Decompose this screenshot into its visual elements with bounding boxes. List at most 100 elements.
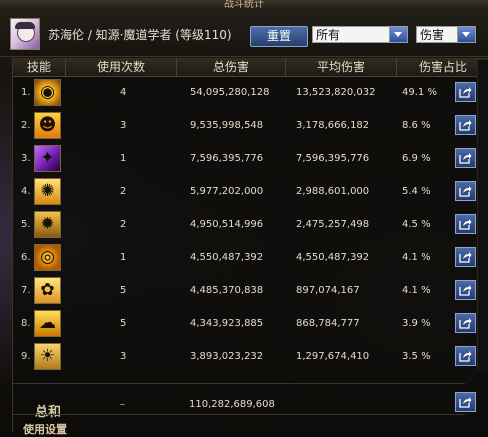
metric-dropdown[interactable]: 伤害 — [416, 26, 476, 43]
share-button[interactable] — [455, 181, 476, 201]
row-share: 4.1 % — [402, 285, 431, 296]
share-button[interactable] — [455, 148, 476, 168]
row-share: 6.9 % — [402, 153, 431, 164]
skill-glyph: ◎ — [40, 247, 55, 267]
stats-header: 苏海伦 / 知源·魔道学者 (等级110) 重置 所有 伤害 — [0, 10, 488, 57]
skill-glyph: ☁ — [39, 313, 56, 333]
share-icon — [459, 87, 472, 98]
share-icon — [459, 285, 472, 296]
reset-button[interactable]: 重置 — [250, 26, 308, 47]
row-index: 3. — [21, 153, 31, 164]
share-button[interactable] — [455, 214, 476, 234]
row-uses: 5 — [120, 318, 127, 329]
avatar — [10, 18, 40, 50]
row-uses: 1 — [120, 153, 127, 164]
row-uses: 4 — [120, 87, 127, 98]
row-index: 8. — [21, 318, 31, 329]
table-row: 6. ◎ 1 4,550,487,392 4,550,487,392 4.1 % — [13, 242, 488, 275]
row-uses: 2 — [120, 186, 127, 197]
share-icon — [459, 153, 472, 164]
row-uses: 5 — [120, 285, 127, 296]
row-index: 5. — [21, 219, 31, 230]
col-header-avg-damage[interactable]: 平均伤害 — [286, 58, 397, 77]
row-index: 4. — [21, 186, 31, 197]
bottom-divider — [13, 414, 465, 415]
share-icon — [459, 351, 472, 362]
skill-icon-5[interactable]: ✹ — [34, 211, 61, 238]
row-index: 9. — [21, 351, 31, 362]
skill-glyph: ◉ — [40, 82, 55, 102]
skill-glyph: ✹ — [40, 214, 55, 234]
row-avg-damage: 13,523,820,032 — [296, 87, 376, 98]
share-icon — [459, 120, 472, 131]
row-share: 5.4 % — [402, 186, 431, 197]
row-uses: 3 — [120, 120, 127, 131]
row-total-damage: 4,343,923,885 — [190, 318, 264, 329]
table-row: 9. ☀ 3 3,893,023,232 1,297,674,410 3.5 % — [13, 341, 488, 374]
filter-dropdown-value: 所有 — [316, 28, 341, 42]
share-button[interactable] — [455, 313, 476, 333]
row-avg-damage: 2,988,601,000 — [296, 186, 370, 197]
skill-icon-9[interactable]: ☀ — [34, 343, 61, 370]
total-label: 总和 — [35, 405, 62, 420]
table-row: 4. ✺ 2 5,977,202,000 2,988,601,000 5.4 % — [13, 176, 488, 209]
table-row: 2. ☻ 3 9,535,998,548 3,178,666,182 8.6 % — [13, 110, 488, 143]
share-button[interactable] — [455, 247, 476, 267]
row-avg-damage: 3,178,666,182 — [296, 120, 370, 131]
share-button-total[interactable] — [455, 392, 476, 412]
share-button[interactable] — [455, 115, 476, 135]
share-button[interactable] — [455, 280, 476, 300]
metric-dropdown-value: 伤害 — [420, 28, 445, 42]
skill-icon-2[interactable]: ☻ — [34, 112, 61, 139]
row-share: 3.9 % — [402, 318, 431, 329]
skill-icon-1[interactable]: ◉ — [34, 79, 61, 106]
chevron-down-icon[interactable] — [389, 27, 407, 42]
col-header-uses[interactable]: 使用次数 — [66, 58, 177, 77]
row-uses: 1 — [120, 252, 127, 263]
row-index: 2. — [21, 120, 31, 131]
share-icon — [459, 219, 472, 230]
row-avg-damage: 7,596,395,776 — [296, 153, 370, 164]
damage-table: 技能 使用次数 总伤害 平均伤害 伤害占比 1. ◉ 4 54,095,280,128… — [12, 58, 488, 432]
skill-icon-6[interactable]: ◎ — [34, 244, 61, 271]
skill-icon-7[interactable]: ✿ — [34, 277, 61, 304]
chevron-down-icon[interactable] — [457, 27, 475, 42]
row-index: 7. — [21, 285, 31, 296]
col-header-share[interactable]: 伤害占比 — [397, 58, 488, 77]
row-index: 1. — [21, 87, 31, 98]
skill-icon-4[interactable]: ✺ — [34, 178, 61, 205]
scrollbar[interactable] — [477, 60, 488, 370]
skill-glyph: ✿ — [40, 280, 55, 300]
usage-settings-label[interactable]: 使用设置 — [23, 421, 67, 437]
filter-dropdown[interactable]: 所有 — [312, 26, 408, 43]
skill-glyph: ✺ — [40, 181, 55, 201]
row-avg-damage: 4,550,487,392 — [296, 252, 370, 263]
skill-icon-8[interactable]: ☁ — [34, 310, 61, 337]
share-icon — [459, 186, 472, 197]
col-header-total-damage[interactable]: 总伤害 — [177, 58, 286, 77]
row-share: 3.5 % — [402, 351, 431, 362]
character-name: 苏海伦 / 知源·魔道学者 (等级110) — [48, 28, 232, 42]
total-uses: – — [120, 399, 125, 410]
row-total-damage: 7,596,395,776 — [190, 153, 264, 164]
row-index: 6. — [21, 252, 31, 263]
row-share: 4.1 % — [402, 252, 431, 263]
skill-glyph: ☀ — [39, 346, 56, 366]
row-share: 49.1 % — [402, 87, 437, 98]
share-button[interactable] — [455, 82, 476, 102]
row-avg-damage: 2,475,257,498 — [296, 219, 370, 230]
share-button[interactable] — [455, 346, 476, 366]
skill-icon-3[interactable]: ✦ — [34, 145, 61, 172]
skill-glyph: ✦ — [40, 148, 55, 168]
window-title: 战斗统计 — [224, 0, 264, 10]
row-uses: 3 — [120, 351, 127, 362]
total-divider — [13, 383, 465, 384]
row-avg-damage: 1,297,674,410 — [296, 351, 370, 362]
row-total-damage: 5,977,202,000 — [190, 186, 264, 197]
row-share: 4.5 % — [402, 219, 431, 230]
col-header-skill[interactable]: 技能 — [13, 58, 66, 77]
row-total-damage: 9,535,998,548 — [190, 120, 264, 131]
row-total-damage: 3,893,023,232 — [190, 351, 264, 362]
table-row: 1. ◉ 4 54,095,280,128 13,523,820,032 49.1 % — [13, 77, 488, 110]
row-total-damage: 54,095,280,128 — [190, 87, 270, 98]
